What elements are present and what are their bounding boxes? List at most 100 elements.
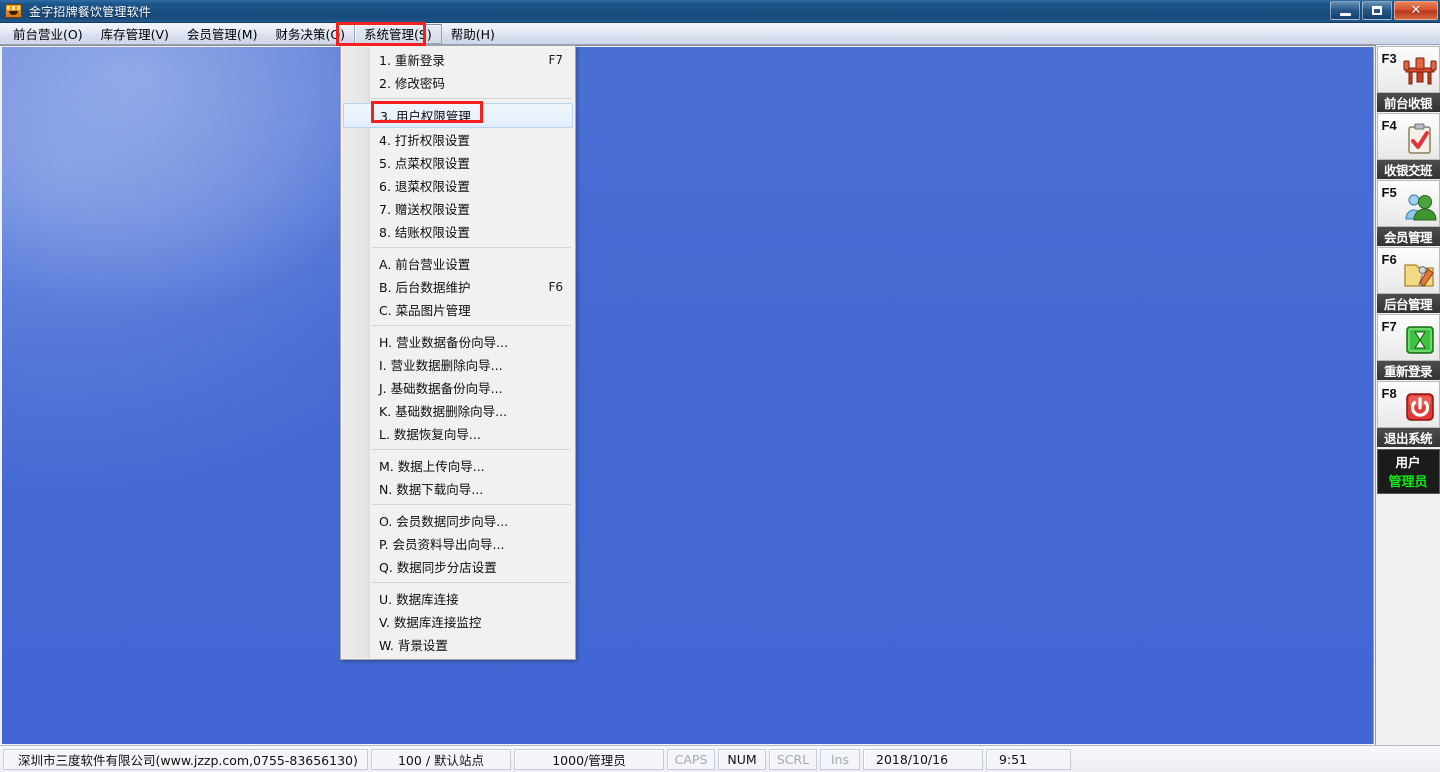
fkey-caption[interactable]: 前台收银 xyxy=(1376,93,1440,112)
menu-item-shortcut: F7 xyxy=(548,52,563,67)
menu-item-shortcut: F6 xyxy=(548,279,563,294)
menu-item[interactable]: H. 营业数据备份向导... xyxy=(341,330,575,353)
fkey-button-f8[interactable]: F8 xyxy=(1376,381,1440,428)
fkey-button-f4[interactable]: F4 xyxy=(1376,113,1440,160)
menu-item[interactable]: I. 营业数据删除向导... xyxy=(341,353,575,376)
fkey-label: F5 xyxy=(1381,185,1397,200)
menu-item-label: W. 背景设置 xyxy=(379,638,448,653)
menu-item[interactable]: W. 背景设置 xyxy=(341,633,575,656)
menu-item-label: 6. 退菜权限设置 xyxy=(379,179,470,194)
menu-separator xyxy=(372,98,571,99)
menu-item-label: B. 后台数据维护 xyxy=(379,280,471,295)
maximize-icon xyxy=(1372,6,1382,15)
fkey-button-f3[interactable]: F3 xyxy=(1376,46,1440,93)
menu-bar: 前台营业(O) 库存管理(V) 会员管理(M) 财务决策(Q) 系统管理(S) … xyxy=(0,23,1440,45)
menu-item-label: K. 基础数据删除向导... xyxy=(379,404,508,419)
menu-item-label: H. 营业数据备份向导... xyxy=(379,335,509,350)
menu-item[interactable]: O. 会员数据同步向导... xyxy=(341,509,575,532)
menu-item-label: C. 菜品图片管理 xyxy=(379,303,471,318)
close-button[interactable]: ✕ xyxy=(1394,1,1438,20)
menu-separator xyxy=(372,247,571,248)
minimize-button[interactable] xyxy=(1330,1,1360,20)
menubar-item-front-desk[interactable]: 前台营业(O) xyxy=(4,24,92,44)
menu-item[interactable]: Q. 数据同步分店设置 xyxy=(341,555,575,578)
menu-separator xyxy=(372,325,571,326)
menubar-item-inventory[interactable]: 库存管理(V) xyxy=(92,24,178,44)
client-area xyxy=(0,45,1440,745)
menu-item[interactable]: A. 前台营业设置 xyxy=(341,252,575,275)
menu-item-label: 3. 用户权限管理 xyxy=(380,109,471,124)
menu-item[interactable]: B. 后台数据维护 F6 xyxy=(341,275,575,298)
menu-item-label: A. 前台营业设置 xyxy=(379,257,471,272)
folder-tools-icon xyxy=(1403,256,1437,290)
function-key-sidebar: F3 前台收银 F4 收银交班 F5 会员管理 F6 后台管理 F7 重新登录 F8 退出系统用户管理… xyxy=(1375,45,1440,745)
system-menu-dropdown[interactable]: 1. 重新登录 F7 2. 修改密码 3. 用户权限管理 4. 打折权限设置 5. 点菜权… xyxy=(340,45,576,660)
current-user-panel: 用户 管理员 xyxy=(1376,449,1440,494)
fkey-button-f6[interactable]: F6 xyxy=(1376,247,1440,294)
application-window: 金字招牌餐饮管理软件 ✕ 前台营业(O) 库存管理(V) 会员管理(M) 财务决… xyxy=(0,0,1440,772)
menu-item-label: O. 会员数据同步向导... xyxy=(379,514,509,529)
people-icon xyxy=(1403,189,1437,223)
title-bar: 金字招牌餐饮管理软件 ✕ xyxy=(0,0,1440,23)
fkey-label: F7 xyxy=(1381,319,1397,334)
window-controls: ✕ xyxy=(1330,1,1438,20)
menu-item[interactable]: J. 基础数据备份向导... xyxy=(341,376,575,399)
menubar-item-system[interactable]: 系统管理(S) xyxy=(354,23,442,44)
menu-item-label: Q. 数据同步分店设置 xyxy=(379,560,497,575)
menu-item[interactable]: N. 数据下载向导... xyxy=(341,477,575,500)
menu-item[interactable]: K. 基础数据删除向导... xyxy=(341,399,575,422)
fkey-caption[interactable]: 收银交班 xyxy=(1376,160,1440,179)
menu-item[interactable]: L. 数据恢复向导... xyxy=(341,422,575,445)
menu-item-label: N. 数据下载向导... xyxy=(379,482,484,497)
fkey-caption[interactable]: 重新登录 xyxy=(1376,361,1440,380)
menu-item-label: P. 会员资料导出向导... xyxy=(379,537,505,552)
fkey-caption[interactable]: 会员管理 xyxy=(1376,227,1440,246)
minimize-icon xyxy=(1339,12,1351,16)
status-num: NUM xyxy=(718,748,766,770)
user-panel-title: 用户 xyxy=(1395,455,1421,470)
user-panel-name: 管理员 xyxy=(1388,475,1428,490)
menu-item[interactable]: U. 数据库连接 xyxy=(341,587,575,610)
menu-item-label: 4. 打折权限设置 xyxy=(379,133,470,148)
menu-item[interactable]: 1. 重新登录 F7 xyxy=(341,48,575,71)
status-scrl: SCRL xyxy=(769,748,817,770)
mdi-background xyxy=(2,47,1374,744)
menu-item-label: I. 营业数据删除向导... xyxy=(379,358,503,373)
fkey-caption[interactable]: 后台管理 xyxy=(1376,294,1440,313)
menu-item[interactable]: M. 数据上传向导... xyxy=(341,454,575,477)
menu-item[interactable]: 5. 点菜权限设置 xyxy=(341,151,575,174)
maximize-button[interactable] xyxy=(1362,1,1392,20)
fkey-caption[interactable]: 退出系统 xyxy=(1376,428,1440,447)
menubar-item-finance[interactable]: 财务决策(Q) xyxy=(266,24,354,44)
menu-item[interactable]: 4. 打折权限设置 xyxy=(341,128,575,151)
menu-separator xyxy=(372,582,571,583)
status-bar: 深圳市三度软件有限公司(www.jzzp.com,0755-83656130) … xyxy=(0,745,1440,772)
menu-item[interactable]: 8. 结账权限设置 xyxy=(341,220,575,243)
status-ins: Ins xyxy=(820,748,860,770)
fkey-button-f5[interactable]: F5 xyxy=(1376,180,1440,227)
menu-item[interactable]: V. 数据库连接监控 xyxy=(341,610,575,633)
menu-item-label: 1. 重新登录 xyxy=(379,53,445,68)
menu-item[interactable]: 2. 修改密码 xyxy=(341,71,575,94)
menu-item-label: 7. 赠送权限设置 xyxy=(379,202,470,217)
menu-item-label: 2. 修改密码 xyxy=(379,76,445,91)
menu-item-label: 5. 点菜权限设置 xyxy=(379,156,470,171)
status-time: 9:51 xyxy=(986,748,1071,770)
menu-item[interactable]: 6. 退菜权限设置 xyxy=(341,174,575,197)
status-date: 2018/10/16 xyxy=(863,748,983,770)
window-title: 金字招牌餐饮管理软件 xyxy=(29,4,152,19)
menu-separator xyxy=(372,449,571,450)
menu-item[interactable]: P. 会员资料导出向导... xyxy=(341,532,575,555)
menubar-item-help[interactable]: 帮助(H) xyxy=(442,24,504,44)
menu-item[interactable]: 7. 赠送权限设置 xyxy=(341,197,575,220)
status-caps: CAPS xyxy=(667,748,715,770)
red-power-icon xyxy=(1403,390,1437,424)
menubar-item-members[interactable]: 会员管理(M) xyxy=(178,24,267,44)
menu-item[interactable]: 3. 用户权限管理 xyxy=(343,103,573,128)
clipboard-check-icon xyxy=(1403,122,1437,156)
menu-separator xyxy=(372,504,571,505)
status-company: 深圳市三度软件有限公司(www.jzzp.com,0755-83656130) xyxy=(3,748,368,770)
menu-item[interactable]: C. 菜品图片管理 xyxy=(341,298,575,321)
fkey-label: F6 xyxy=(1381,252,1397,267)
fkey-button-f7[interactable]: F7 xyxy=(1376,314,1440,361)
